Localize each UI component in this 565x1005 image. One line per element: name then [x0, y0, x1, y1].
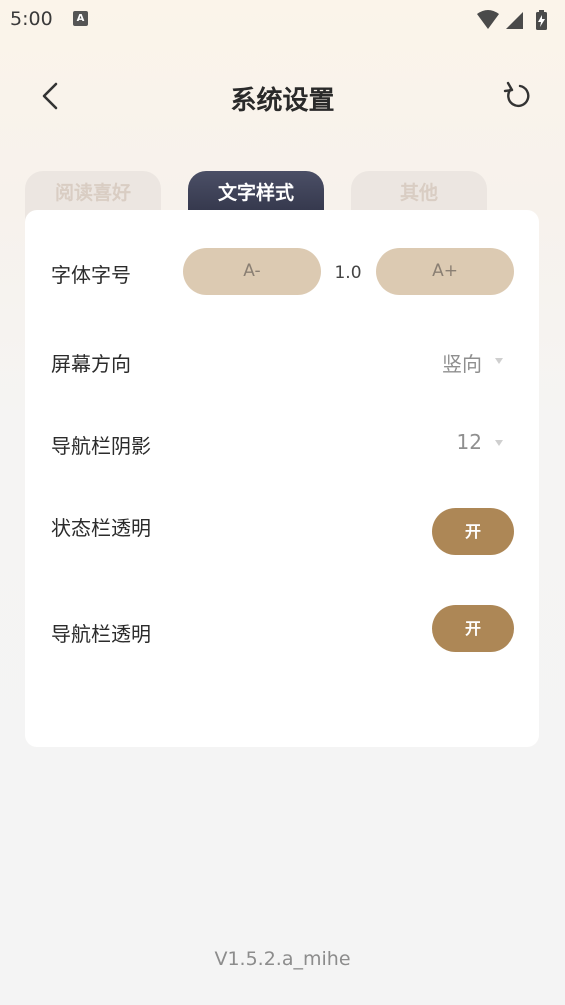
- screen-orientation-select[interactable]: 竖向: [442, 348, 482, 377]
- header: 系统设置: [0, 60, 565, 140]
- screen-orientation-label: 屏幕方向: [51, 352, 131, 376]
- signal-icon: [506, 12, 523, 29]
- chevron-down-icon: [495, 440, 503, 446]
- status-icons: [477, 10, 547, 30]
- status-time: 5:00: [10, 8, 53, 30]
- nav-shadow-select[interactable]: 12: [457, 430, 482, 454]
- reset-button[interactable]: [496, 74, 540, 118]
- navbar-transparent-label: 导航栏透明: [51, 622, 151, 646]
- wifi-icon: [477, 10, 499, 29]
- status-bar: 5:00 A: [0, 0, 565, 40]
- chevron-down-icon: [495, 358, 503, 364]
- navbar-transparent-toggle[interactable]: 开: [432, 605, 514, 652]
- notification-icon: A: [73, 11, 88, 26]
- settings-card: 字体字号 A- 1.0 A+ 屏幕方向 竖向 导航栏阴影 12 状态栏透明 开 …: [25, 210, 539, 747]
- font-size-label: 字体字号: [51, 263, 131, 287]
- refresh-icon: [503, 81, 530, 108]
- battery-charging-icon: [536, 10, 547, 30]
- nav-shadow-label: 导航栏阴影: [51, 434, 151, 458]
- page-title: 系统设置: [230, 86, 335, 116]
- font-size-value: 1.0: [334, 263, 362, 283]
- statusbar-transparent-toggle[interactable]: 开: [432, 508, 514, 555]
- statusbar-transparent-label: 状态栏透明: [51, 516, 151, 540]
- font-decrease-button[interactable]: A-: [183, 248, 321, 295]
- version-label: V1.5.2.a_mihe: [214, 948, 351, 970]
- font-increase-button[interactable]: A+: [376, 248, 514, 295]
